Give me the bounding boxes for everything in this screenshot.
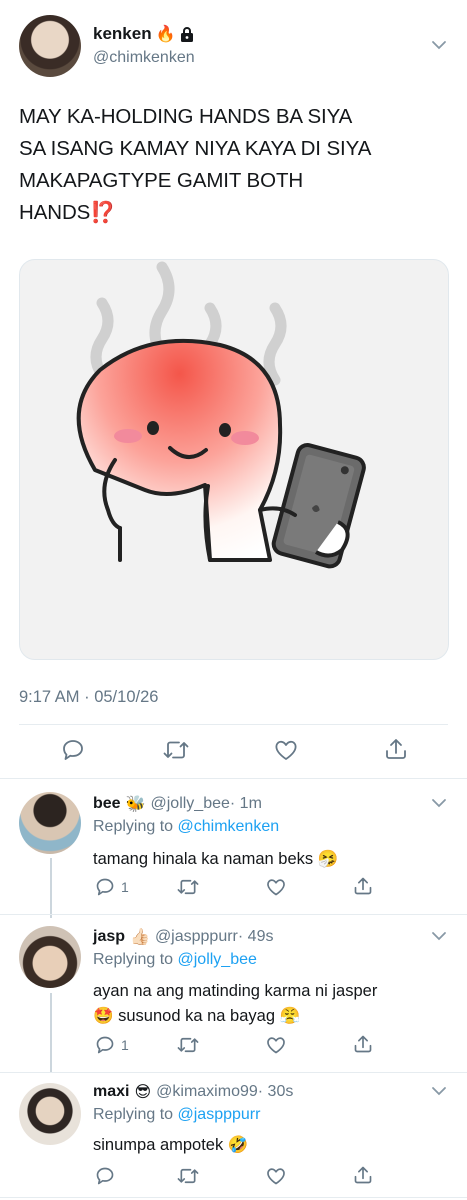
- tweet-timestamp[interactable]: 9:17 AM · 05/10/26: [19, 688, 158, 707]
- heart-icon: [275, 740, 297, 760]
- retweet-icon: [177, 879, 199, 895]
- thread-line: [50, 993, 52, 1073]
- tweet-media[interactable]: [19, 259, 449, 660]
- reply-icon: [63, 740, 83, 760]
- reply-count: 1: [121, 1037, 129, 1053]
- reply-text-line: ayan na ang matinding karma ni jasper: [93, 982, 378, 1000]
- tweet-text-line: SA ISANG KAMAY NIYA KAYA DI SIYA: [19, 137, 372, 160]
- share-icon: [386, 739, 406, 759]
- replying-to-label: Replying to: [93, 951, 174, 968]
- share-button[interactable]: [353, 876, 373, 901]
- reply-text: sinumpa ampotek 🤣: [93, 1133, 248, 1157]
- reply-button[interactable]: 1: [95, 877, 129, 897]
- avatar[interactable]: [19, 15, 81, 77]
- heart-icon: [267, 1037, 285, 1054]
- like-button[interactable]: [266, 1035, 286, 1060]
- tweet-text: MAY KA-HOLDING HANDS BA SIYA SA ISANG KA…: [19, 101, 371, 229]
- fire-emoji: 🔥: [155, 26, 176, 43]
- replying-to-label: Replying to: [93, 818, 174, 835]
- tweet-text-line: MAKAPAGTYPE GAMIT BOTH: [19, 169, 304, 192]
- retweet-button[interactable]: [177, 1166, 199, 1191]
- display-name[interactable]: maxi: [93, 1083, 129, 1101]
- reply-text: tamang hinala ka naman beks 🤧: [93, 847, 338, 871]
- reply-button[interactable]: 1: [95, 1035, 129, 1055]
- retweet-button[interactable]: [177, 1035, 199, 1060]
- chevron-down-icon[interactable]: [431, 1086, 447, 1096]
- replying-to-link[interactable]: @jaspppurr: [178, 1106, 261, 1123]
- sticker-image: [76, 261, 366, 569]
- reply-icon: [96, 1167, 114, 1185]
- display-name[interactable]: kenken: [93, 24, 152, 44]
- reply-text-line: 🤩 susunod ka na bayag 😤: [93, 1007, 301, 1025]
- reply-icon: [96, 1036, 114, 1054]
- display-name[interactable]: bee: [93, 795, 121, 813]
- reply-count: 1: [121, 879, 129, 895]
- replying-to-link[interactable]: @jolly_bee: [178, 951, 257, 968]
- retweet-icon: [177, 1168, 199, 1184]
- replying-to-label: Replying to: [93, 1106, 174, 1123]
- retweet-icon: [163, 741, 189, 759]
- reply-text: ayan na ang matinding karma ni jasper 🤩 …: [93, 979, 377, 1029]
- handle[interactable]: @chimkenken: [93, 49, 195, 67]
- lock-icon: [180, 27, 193, 42]
- share-button[interactable]: [353, 1034, 373, 1059]
- handle[interactable]: @jaspppurr: [155, 928, 238, 946]
- reply-button[interactable]: [95, 1166, 121, 1186]
- handle[interactable]: @kimaximo99: [156, 1083, 258, 1101]
- share-icon: [354, 877, 372, 895]
- sunglasses-emoji: 😎: [134, 1084, 152, 1101]
- bee-emoji: 🐝: [125, 796, 146, 813]
- retweet-button[interactable]: [163, 738, 189, 767]
- tweet-text-line: HANDS⁉️: [19, 201, 116, 224]
- avatar[interactable]: [19, 926, 81, 988]
- like-button[interactable]: [274, 738, 298, 767]
- thumbs-up-emoji: 👍🏻: [130, 929, 150, 946]
- avatar[interactable]: [19, 1083, 81, 1145]
- display-name[interactable]: jasp: [93, 928, 125, 946]
- reply-time: · 1m: [229, 795, 262, 812]
- reply-text-line: sinumpa ampotek 🤣: [93, 1136, 249, 1154]
- heart-icon: [267, 879, 285, 896]
- replying-to-link[interactable]: @chimkenken: [178, 818, 280, 835]
- avatar[interactable]: [19, 792, 81, 854]
- share-button[interactable]: [353, 1165, 373, 1190]
- reply-button[interactable]: [61, 738, 85, 767]
- retweet-button[interactable]: [177, 877, 199, 902]
- like-button[interactable]: [266, 877, 286, 902]
- tweet-text-line: MAY KA-HOLDING HANDS BA SIYA: [19, 105, 353, 128]
- retweet-icon: [177, 1037, 199, 1053]
- handle[interactable]: @jolly_bee: [151, 795, 230, 813]
- share-icon: [354, 1035, 372, 1053]
- chevron-down-icon[interactable]: [431, 40, 447, 50]
- thread-line: [50, 858, 52, 918]
- share-button[interactable]: [384, 737, 408, 766]
- reply-time: · 49s: [237, 928, 274, 945]
- chevron-down-icon[interactable]: [431, 931, 447, 941]
- share-icon: [354, 1166, 372, 1184]
- reply-icon: [96, 878, 114, 896]
- like-button[interactable]: [266, 1166, 286, 1191]
- reply-text-line: tamang hinala ka naman beks 🤧: [93, 850, 339, 868]
- heart-icon: [267, 1168, 285, 1185]
- chevron-down-icon[interactable]: [431, 798, 447, 808]
- reply-time: · 30s: [257, 1083, 294, 1100]
